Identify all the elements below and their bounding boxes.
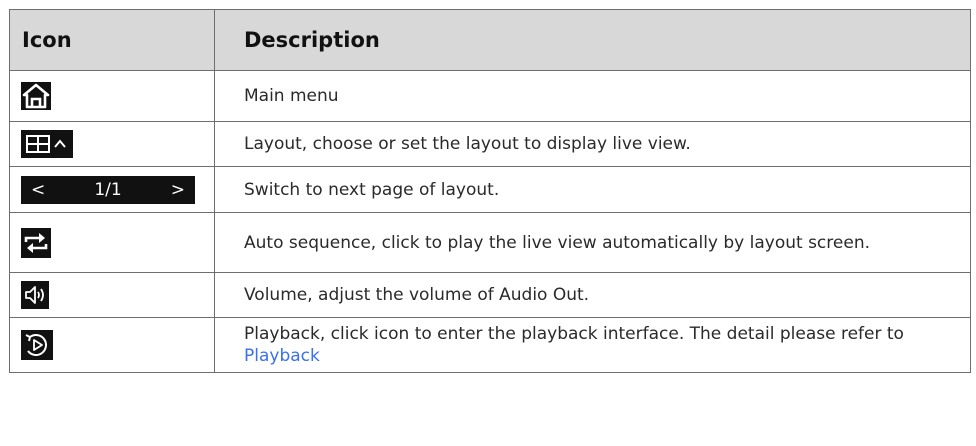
- playback-icon: [21, 330, 53, 360]
- header-icon: Icon: [9, 9, 215, 71]
- description-cell: Layout, choose or set the layout to disp…: [214, 121, 971, 167]
- chevron-right-icon: >: [170, 179, 185, 200]
- table-row: Auto sequence, click to play the live vi…: [9, 212, 971, 273]
- layout-grid-icon: [21, 130, 73, 158]
- table-row: Volume, adjust the volume of Audio Out.: [9, 272, 971, 318]
- chevron-left-icon: <: [31, 179, 46, 200]
- icon-cell: [9, 272, 215, 318]
- pager-icon: < 1/1 >: [21, 175, 195, 204]
- home-icon: [21, 82, 51, 110]
- header-description: Description: [214, 9, 971, 71]
- table-row: Main menu: [9, 70, 971, 122]
- description-cell: Playback, click icon to enter the playba…: [214, 317, 971, 373]
- table-row: < 1/1 > Switch to next page of layout.: [9, 166, 971, 213]
- auto-sequence-icon: [21, 227, 51, 258]
- playback-link[interactable]: Playback: [244, 346, 320, 366]
- icon-cell: [9, 70, 215, 122]
- description-cell: Volume, adjust the volume of Audio Out.: [214, 272, 971, 318]
- description-cell: Switch to next page of layout.: [214, 166, 971, 213]
- table-header-row: Icon Description: [9, 9, 971, 71]
- description-cell: Main menu: [214, 70, 971, 122]
- icon-cell: < 1/1 >: [9, 166, 215, 213]
- description-cell: Auto sequence, click to play the live vi…: [214, 212, 971, 273]
- icon-cell: [9, 212, 215, 273]
- volume-icon: [21, 281, 49, 309]
- icon-cell: [9, 317, 215, 373]
- icon-cell: [9, 121, 215, 167]
- description-text: Playback, click icon to enter the playba…: [244, 324, 904, 344]
- icon-description-table: Icon Description Main menu Layout, choos…: [9, 9, 971, 373]
- table-row: Playback, click icon to enter the playba…: [9, 317, 971, 373]
- page-indicator: 1/1: [94, 179, 122, 200]
- table-row: Layout, choose or set the layout to disp…: [9, 121, 971, 167]
